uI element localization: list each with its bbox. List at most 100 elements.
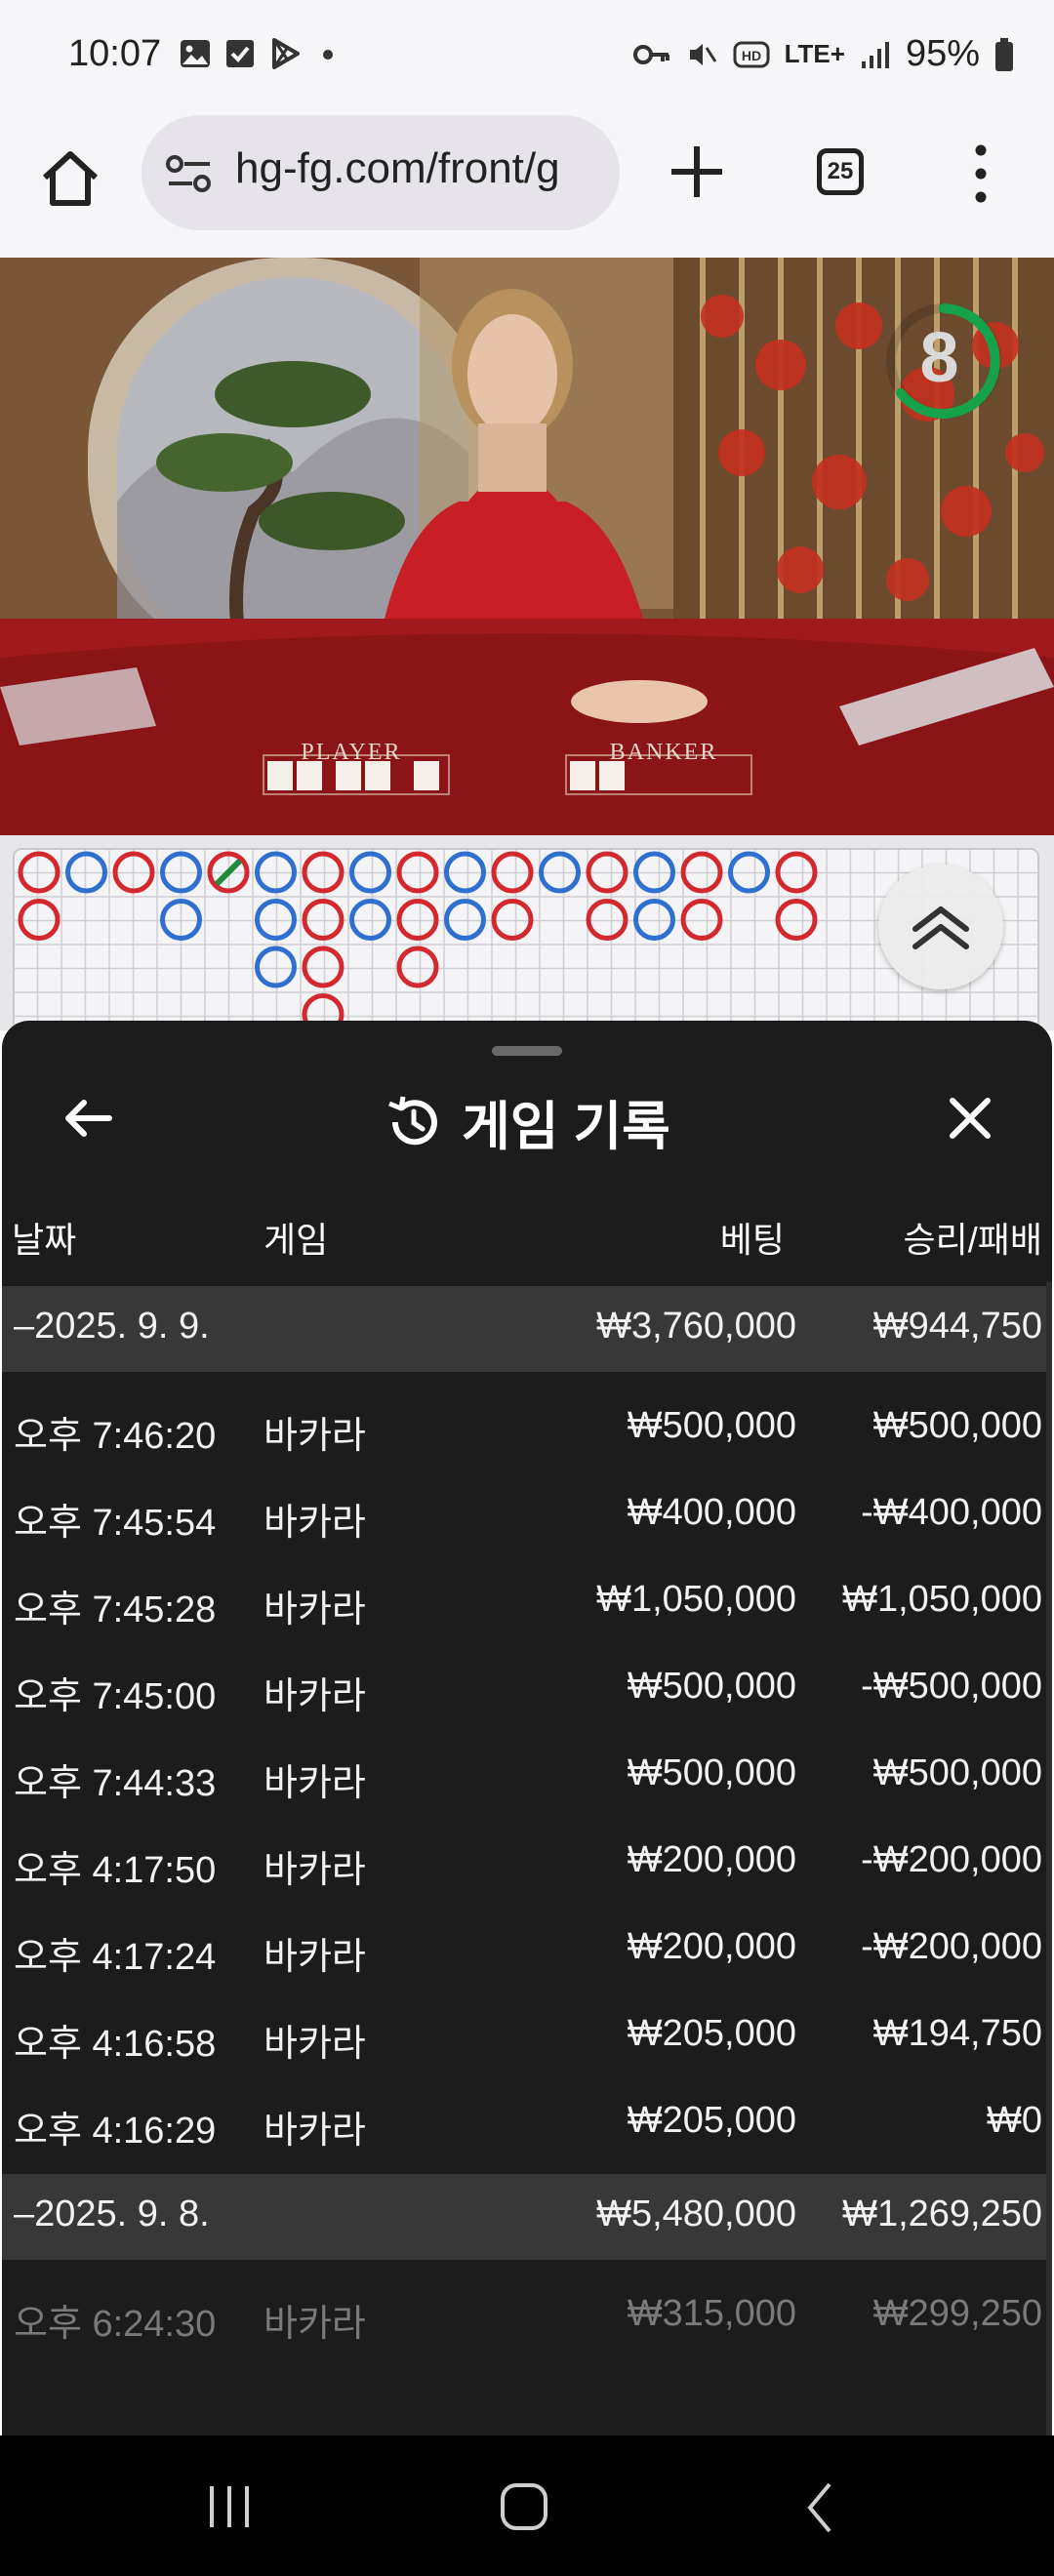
new-tab-icon[interactable] xyxy=(664,139,730,205)
column-date[interactable]: 날짜 xyxy=(12,1212,76,1263)
player-area-label: PLAYER xyxy=(301,740,402,765)
signal-icon xyxy=(861,41,889,68)
back-nav-icon[interactable] xyxy=(800,2480,839,2535)
row-game: 바카라 xyxy=(264,1763,366,1804)
column-game[interactable]: 게임 xyxy=(264,1212,328,1263)
bead-road[interactable] xyxy=(0,835,1054,1035)
site-settings-icon[interactable] xyxy=(165,152,214,195)
row-time: 오후 7:45:00 xyxy=(14,1676,217,1717)
sheet-header: 게임 기록 xyxy=(2,1083,1052,1160)
key-icon xyxy=(632,44,669,64)
row-time: 오후 6:24:30 xyxy=(14,2304,217,2345)
row-game: 바카라 xyxy=(264,1676,366,1717)
row-time: 오후 7:45:28 xyxy=(14,1590,217,1630)
url-text: hg-fg.com/front/g xyxy=(235,144,560,192)
row-game: 바카라 xyxy=(264,2304,366,2345)
checkbox-icon xyxy=(226,40,254,67)
history-row[interactable]: 오후 4:17:24 바카라 ₩200,000 -₩200,000 xyxy=(2,1905,1052,1992)
group-date: –2025. 9. 9. xyxy=(14,1306,210,1347)
home-icon[interactable] xyxy=(35,144,105,215)
column-bet[interactable]: 베팅 xyxy=(720,1212,785,1263)
date-group-header[interactable]: –2025. 9. 8. ₩5,480,000 ₩1,269,250 xyxy=(2,2174,1052,2260)
row-time: 오후 4:17:50 xyxy=(14,1850,217,1891)
date-group-header[interactable]: –2025. 9. 9. ₩3,760,000 ₩944,750 xyxy=(2,1286,1052,1372)
tab-switcher-button[interactable]: 25 xyxy=(817,148,864,195)
system-status: HD LTE+ 95% xyxy=(632,33,1015,75)
status-bar: 10:07 HD LTE+ 95% xyxy=(0,0,1054,115)
hd-icon: HD xyxy=(733,41,770,67)
row-game: 바카라 xyxy=(264,2024,366,2065)
history-row[interactable]: 오후 7:45:54 바카라 ₩400,000 -₩400,000 xyxy=(2,1470,1052,1557)
history-row[interactable]: 오후 7:44:33 바카라 ₩500,000 ₩500,000 xyxy=(2,1731,1052,1818)
notification-icons xyxy=(179,37,343,70)
row-bet: ₩400,000 xyxy=(627,1492,796,1533)
address-bar[interactable]: hg-fg.com/front/g xyxy=(142,115,620,230)
close-icon[interactable] xyxy=(941,1089,999,1147)
network-type: LTE+ xyxy=(784,39,845,68)
row-win-loss: -₩500,000 xyxy=(861,1666,1042,1707)
row-game: 바카라 xyxy=(264,2111,366,2152)
row-time: 오후 4:16:29 xyxy=(14,2111,217,2152)
battery-icon xyxy=(995,37,1013,71)
more-menu-icon[interactable] xyxy=(966,142,995,205)
row-time: 오후 7:46:20 xyxy=(14,1416,217,1457)
row-bet: ₩500,000 xyxy=(627,1666,796,1707)
history-row[interactable]: 오후 7:46:20 바카라 ₩500,000 ₩500,000 xyxy=(2,1384,1052,1470)
row-game: 바카라 xyxy=(264,1850,366,1891)
game-history-sheet: 게임 기록 날짜 게임 베팅 승리/패배 –2025. 9. 9. ₩3,760… xyxy=(2,1021,1052,2435)
row-bet: ₩500,000 xyxy=(627,1405,796,1446)
live-dealer-video[interactable]: PLAYER BANKER 8 xyxy=(0,258,1054,835)
history-row[interactable]: 오후 7:45:28 바카라 ₩1,050,000 ₩1,050,000 xyxy=(2,1557,1052,1644)
row-win-loss: ₩0 xyxy=(987,2100,1042,2141)
mute-icon xyxy=(689,43,716,65)
group-wl-total: ₩1,269,250 xyxy=(842,2194,1042,2234)
drag-handle[interactable] xyxy=(492,1046,562,1056)
group-date: –2025. 9. 8. xyxy=(14,2194,210,2234)
row-win-loss: -₩400,000 xyxy=(861,1492,1042,1533)
row-bet: ₩500,000 xyxy=(627,1752,796,1793)
row-win-loss: ₩1,050,000 xyxy=(842,1579,1042,1620)
row-game: 바카라 xyxy=(264,1416,366,1457)
history-row[interactable]: 오후 6:24:30 바카라 ₩315,000 ₩299,250 xyxy=(2,2272,1052,2358)
row-win-loss: -₩200,000 xyxy=(861,1926,1042,1967)
status-time: 10:07 xyxy=(68,33,162,74)
row-bet: ₩200,000 xyxy=(627,1839,796,1880)
group-bet-total: ₩5,480,000 xyxy=(596,2194,796,2234)
countdown-number: 8 xyxy=(919,319,959,397)
dot-icon xyxy=(323,50,333,60)
row-win-loss: ₩299,250 xyxy=(872,2293,1042,2334)
row-bet: ₩315,000 xyxy=(627,2293,796,2334)
row-game: 바카라 xyxy=(264,1937,366,1978)
play-store-icon xyxy=(272,38,300,69)
group-bet-total: ₩3,760,000 xyxy=(596,1306,796,1347)
double-chevron-up-icon xyxy=(912,906,969,949)
row-time: 오후 7:45:54 xyxy=(14,1503,217,1544)
browser-toolbar: hg-fg.com/front/g 25 xyxy=(0,115,1054,258)
recent-apps-icon[interactable] xyxy=(200,2482,259,2531)
row-win-loss: -₩200,000 xyxy=(861,1839,1042,1880)
history-row[interactable]: 오후 7:45:00 바카라 ₩500,000 -₩500,000 xyxy=(2,1644,1052,1731)
battery-percent: 95% xyxy=(905,33,980,74)
group-wl-total: ₩944,750 xyxy=(872,1306,1042,1347)
banker-area-label: BANKER xyxy=(609,740,718,765)
history-row[interactable]: 오후 4:16:58 바카라 ₩205,000 ₩194,750 xyxy=(2,1992,1052,2078)
row-game: 바카라 xyxy=(264,1503,366,1544)
image-icon xyxy=(181,40,210,67)
history-icon xyxy=(388,1096,438,1145)
row-win-loss: ₩194,750 xyxy=(872,2013,1042,2054)
row-game: 바카라 xyxy=(264,1590,366,1630)
system-nav-bar xyxy=(0,2435,1054,2576)
column-win-loss[interactable]: 승리/패배 xyxy=(904,1212,1042,1263)
row-win-loss: ₩500,000 xyxy=(872,1405,1042,1446)
row-time: 오후 7:44:33 xyxy=(14,1763,217,1804)
row-bet: ₩200,000 xyxy=(627,1926,796,1967)
row-win-loss: ₩500,000 xyxy=(872,1752,1042,1793)
scroll-up-button[interactable] xyxy=(878,865,1003,989)
svg-text:HD: HD xyxy=(741,48,760,63)
scrollbar[interactable] xyxy=(1046,1282,1052,2435)
history-row[interactable]: 오후 4:16:29 바카라 ₩205,000 ₩0 xyxy=(2,2078,1052,2165)
row-time: 오후 4:17:24 xyxy=(14,1937,217,1978)
home-nav-icon[interactable] xyxy=(498,2480,552,2533)
row-bet: ₩205,000 xyxy=(627,2100,796,2141)
history-row[interactable]: 오후 4:17:50 바카라 ₩200,000 -₩200,000 xyxy=(2,1818,1052,1905)
